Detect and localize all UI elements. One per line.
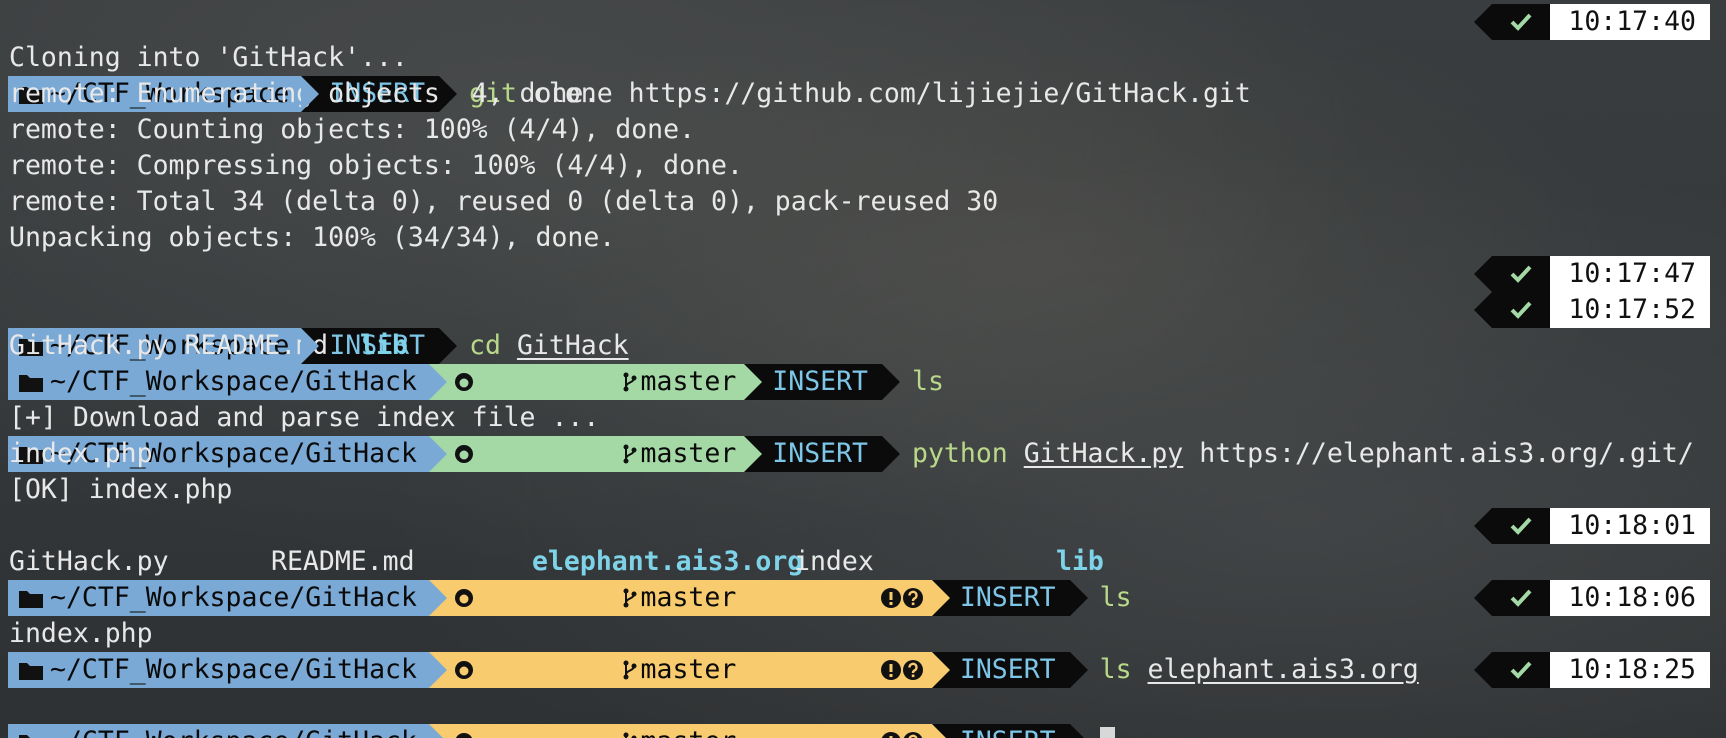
output-line: index.php bbox=[9, 438, 153, 469]
text-cursor[interactable] bbox=[1099, 727, 1115, 738]
output-line: Unpacking objects: 100% (34/34), done. bbox=[9, 222, 616, 253]
dir-entry: elephant.ais3.org bbox=[532, 546, 804, 577]
prompt-line: ~/CTF_Workspace/GitHack master INSERT ls… bbox=[8, 580, 1718, 688]
prompt-line-current[interactable]: ~/CTF_Workspace/GitHack master INSERT bbox=[8, 652, 1718, 738]
prompt-line: ~/CTF_Workspace INSERT cd GitHack 10:17:… bbox=[8, 256, 1718, 364]
ls-output: GitHack.py README.md elephant.ais3.org i… bbox=[8, 544, 1718, 580]
file-entry: GitHack.py bbox=[9, 546, 169, 577]
prompt-time: 10:17:52 bbox=[1550, 292, 1710, 328]
status-ok bbox=[1474, 4, 1551, 40]
output-line: [+] Download and parse index file ... bbox=[9, 402, 600, 433]
output-line: index.php bbox=[9, 618, 153, 649]
git-status-segment: master bbox=[428, 724, 950, 738]
status-ok bbox=[1474, 508, 1551, 544]
vi-mode-segment: INSERT bbox=[931, 724, 1088, 738]
branch-icon bbox=[623, 732, 637, 738]
output-line: remote: Counting objects: 100% (4/4), do… bbox=[9, 114, 696, 145]
folder-icon bbox=[19, 735, 43, 738]
prompt-time: 10:18:06 bbox=[1550, 580, 1710, 616]
ls-output: GitHack.py README.md lib bbox=[8, 328, 1718, 364]
prompt-line: ~/CTF_Workspace INSERT git clone https:/… bbox=[8, 4, 1718, 112]
check-icon bbox=[1510, 265, 1532, 283]
output-line: remote: Enumerating objects: 4, done. bbox=[9, 78, 600, 109]
status-ok bbox=[1474, 256, 1551, 292]
check-icon bbox=[1510, 661, 1532, 679]
prompt-time: 10:17:40 bbox=[1550, 4, 1710, 40]
dir-entry: lib bbox=[360, 330, 408, 361]
output-line: remote: Total 34 (delta 0), reused 0 (de… bbox=[9, 186, 999, 217]
file-entry: README.md bbox=[271, 546, 415, 577]
output-line: Cloning into 'GitHack'... bbox=[9, 42, 408, 73]
prompt-status-right: 10:17:47 bbox=[1474, 256, 1710, 292]
prompt-time: 10:18:25 bbox=[1550, 652, 1710, 688]
prompt-status-right: 10:17:52 bbox=[1474, 292, 1710, 328]
question-circle-icon bbox=[903, 732, 923, 738]
check-icon bbox=[1510, 517, 1532, 535]
dir-entry: lib bbox=[1056, 546, 1104, 577]
status-ok bbox=[1474, 580, 1551, 616]
file-entry: GitHack.py bbox=[9, 330, 169, 361]
exclamation-circle-icon bbox=[881, 732, 901, 738]
file-entry: index bbox=[794, 546, 874, 577]
output-line: remote: Compressing objects: 100% (4/4),… bbox=[9, 150, 743, 181]
status-ok bbox=[1474, 652, 1551, 688]
prompt-time: 10:18:01 bbox=[1550, 508, 1710, 544]
prompt-dir-segment: ~/CTF_Workspace/GitHack bbox=[8, 724, 447, 738]
prompt-status-right: 10:18:06 bbox=[1474, 580, 1710, 616]
prompt-line: ~/CTF_Workspace/GitHack master INSERT ls bbox=[8, 508, 1718, 616]
check-icon bbox=[1510, 301, 1532, 319]
prompt-time: 10:17:47 bbox=[1550, 256, 1710, 292]
github-icon bbox=[455, 733, 473, 738]
prompt-line: ~/CTF_Workspace/GitHack master INSERT py… bbox=[8, 364, 1718, 472]
check-icon bbox=[1510, 13, 1532, 31]
output-line: [OK] index.php bbox=[9, 474, 233, 505]
prompt-status-right: 10:17:40 bbox=[1474, 4, 1710, 40]
status-ok bbox=[1474, 292, 1551, 328]
prompt-status-right: 10:18:25 bbox=[1474, 652, 1710, 688]
check-icon bbox=[1510, 589, 1532, 607]
prompt-status-right: 10:18:01 bbox=[1474, 508, 1710, 544]
prompt-line: ~/CTF_Workspace/GitHack master INSERT ls… bbox=[8, 292, 1718, 400]
terminal[interactable]: ~/CTF_Workspace INSERT git clone https:/… bbox=[8, 4, 1718, 738]
